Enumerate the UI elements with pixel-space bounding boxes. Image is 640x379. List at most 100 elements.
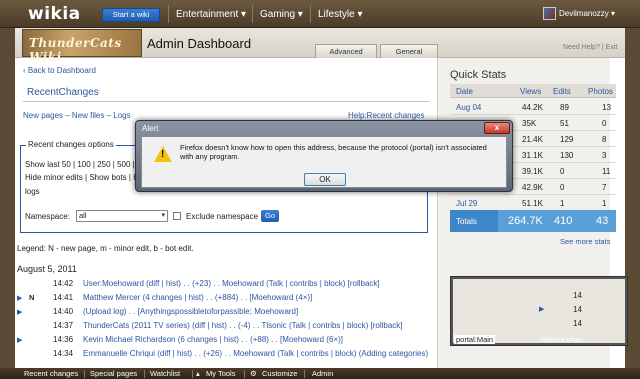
rc-entry-text[interactable]: ThunderCats (2011 TV series) (diff | his… [83, 321, 403, 330]
rc-entry-text[interactable]: Matthew Mercer (4 changes | hist) . . (+… [83, 293, 312, 302]
portal-thumbnail[interactable]: ▶ 14 14 14 portal:Main Recent chan [450, 276, 628, 346]
rc-entry-text[interactable]: Kevin Michael Richardson (6 changes | hi… [83, 335, 343, 344]
rc-row[interactable]: ▶ 14:36 Kevin Michael Richardson (6 change… [17, 335, 427, 348]
expand-arrow-icon[interactable]: ▶ [17, 294, 22, 302]
divider [84, 370, 85, 378]
bottom-toolbar: Recent changes Special pages Watchlist ▴… [0, 368, 640, 379]
rc-time: 14:34 [53, 349, 74, 358]
ok-button[interactable]: OK [304, 173, 346, 186]
logs-option[interactable]: logs [25, 187, 40, 196]
expand-arrow-icon[interactable]: ▶ [17, 336, 22, 344]
options-legend: Recent changes options [26, 140, 116, 149]
stat-date[interactable]: Jul 29 [456, 199, 477, 208]
see-more-stats-link[interactable]: See more stats [560, 237, 610, 246]
hub-gaming[interactable]: Gaming ▾ [260, 9, 303, 20]
dialog-title: Alert [142, 124, 159, 133]
exclude-namespace-label: Exclude namespace [186, 212, 259, 221]
back-label: Back to Dashboard [27, 66, 96, 75]
help-exit-links[interactable]: Need Help? | Exit [563, 44, 617, 51]
thumbnail-preview: ▶ 14 14 14 [453, 279, 625, 343]
rc-row[interactable]: 14:42 User:Moehoward (diff | hist) . . (+… [17, 279, 427, 292]
close-button[interactable]: x [484, 122, 510, 134]
avatar[interactable] [543, 7, 556, 20]
stat-views: 21.4K [522, 135, 543, 144]
rc-entry-text[interactable]: Emmanuelle Chriqui (diff | hist) . . (+2… [83, 349, 428, 358]
wiki-logo[interactable]: ThunderCats Wiki [22, 29, 142, 64]
stat-edits: 129 [560, 135, 574, 144]
stat-edits: 0 [560, 183, 565, 192]
go-button[interactable]: Go [261, 210, 279, 222]
date-heading: August 5, 2011 [17, 264, 77, 274]
rc-entry-text[interactable]: (Upload log) . . [Anythingspossibletofor… [83, 307, 298, 316]
divider [144, 370, 145, 378]
tab-advanced[interactable]: Advanced [315, 44, 377, 58]
admin-header: ThunderCats Wiki Admin Dashboard Advance… [15, 28, 625, 64]
rc-entry-text[interactable]: User:Moehoward (diff | hist) . . (+23) .… [83, 279, 380, 288]
thumb-right-label: Recent chan [541, 335, 584, 344]
dialog-message: Firefox doesn't know how to open this ad… [180, 143, 487, 161]
global-navigation-bar: wikia Start a wiki Entertainment ▾ Gamin… [0, 0, 640, 28]
play-arrow-icon: ▶ [539, 306, 545, 313]
stat-photos: 1 [602, 199, 607, 208]
rc-time: 14:36 [53, 335, 74, 344]
new-page-flag: N [29, 293, 35, 302]
back-to-dashboard-link[interactable]: ‹ Back to Dashboard [23, 66, 96, 75]
exclude-namespace-checkbox[interactable] [173, 212, 181, 220]
tab-general[interactable]: General [380, 44, 438, 58]
stat-date[interactable]: Aug 04 [456, 103, 481, 112]
rc-row[interactable]: ▶ N 14:41 Matthew Mercer (4 changes | hist)… [17, 293, 427, 306]
chevron-up-icon: ▴ [196, 369, 200, 378]
dialog-body: ! Firefox doesn't know how to open this … [141, 136, 507, 188]
expand-arrow-icon[interactable]: ▶ [17, 308, 22, 316]
toolbar-special-pages[interactable]: Special pages [90, 369, 137, 378]
divider [252, 5, 253, 23]
col-views[interactable]: Views [520, 87, 541, 96]
toolbar-customize[interactable]: Customize [262, 369, 297, 378]
thumb-value: 14 [573, 319, 582, 328]
quick-stats-title: Quick Stats [450, 69, 507, 81]
toolbar-watchlist[interactable]: Watchlist [150, 369, 180, 378]
new-pages-files-logs-links[interactable]: New pages – New files – Logs [23, 111, 131, 120]
rc-row[interactable]: 14:37 ThunderCats (2011 TV series) (diff … [17, 321, 427, 334]
show-last-options[interactable]: Show last 50 | 100 | 250 | 500 | ... [25, 160, 144, 169]
stat-edits: 89 [560, 103, 569, 112]
toolbar-my-tools[interactable]: My Tools [206, 369, 235, 378]
alert-dialog: Alert x ! Firefox doesn't know how to op… [135, 120, 513, 192]
thumb-value: 14 [573, 291, 582, 300]
col-date[interactable]: Date [456, 87, 473, 96]
stat-photos: 3 [602, 151, 607, 160]
help-recent-changes-link[interactable]: Help:Recent changes [348, 111, 425, 120]
rc-row[interactable]: 14:34 Emmanuelle Chriqui (diff | hist) . … [17, 349, 428, 362]
stat-edits: 0 [560, 167, 565, 176]
stat-edits: 1 [560, 199, 565, 208]
stat-edits: 51 [560, 119, 569, 128]
divider [244, 370, 245, 378]
stat-photos: 13 [602, 103, 611, 112]
stat-views: 42.9K [522, 183, 543, 192]
quick-stats-row: Jul 29 51.1K 1 1 [450, 195, 616, 211]
namespace-label: Namespace: [25, 212, 70, 221]
wikia-logo[interactable]: wikia [28, 4, 81, 24]
rc-time: 14:40 [53, 307, 74, 316]
toolbar-recent-changes[interactable]: Recent changes [24, 369, 78, 378]
stat-views: 44.2K [522, 103, 543, 112]
stat-views: 31.1K [522, 151, 543, 160]
stat-views: 51.1K [522, 199, 543, 208]
divider [310, 5, 311, 23]
col-edits[interactable]: Edits [553, 87, 571, 96]
rc-row[interactable]: ▶ 14:40 (Upload log) . . [Anythingspossibl… [17, 307, 427, 320]
divider [23, 101, 429, 102]
legend-line: Legend: N - new page, m - minor edit, b … [17, 244, 194, 253]
totals-row: Totals 264.7K 410 43 [450, 210, 616, 232]
divider [304, 370, 305, 378]
chevron-down-icon: ▾ [161, 212, 165, 219]
toolbar-admin[interactable]: Admin [312, 369, 333, 378]
hub-lifestyle[interactable]: Lifestyle ▾ [318, 9, 362, 20]
divider [168, 5, 169, 23]
start-a-wiki-button[interactable]: Start a wiki [102, 8, 160, 22]
user-menu[interactable]: Devilmanozzy ▾ [559, 9, 615, 18]
namespace-value: all [79, 211, 87, 220]
hub-entertainment[interactable]: Entertainment ▾ [176, 9, 246, 20]
namespace-select[interactable]: all ▾ [76, 210, 168, 222]
col-photos[interactable]: Photos [588, 87, 613, 96]
